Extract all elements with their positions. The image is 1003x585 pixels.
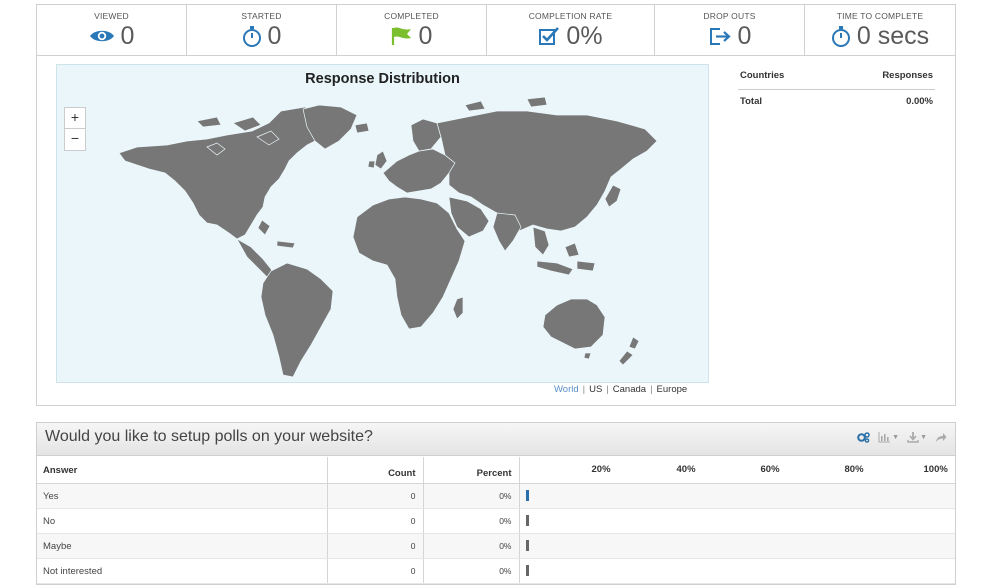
gears-icon (857, 432, 870, 443)
col-answer: Answer (37, 457, 328, 484)
table-row: Not interested 0 0% (37, 558, 955, 584)
stat-drop-outs: DROP OUTS 0 (655, 5, 805, 55)
answer-count: 0 (327, 533, 424, 559)
countries-total-row: Total 0.00% (738, 90, 935, 109)
stats-bar: VIEWED 0 STARTED 0 COMPLETED 0 COMPLETIO… (36, 4, 956, 56)
stat-completed: COMPLETED 0 (337, 5, 487, 55)
stat-value: 0 (267, 22, 282, 50)
answer-percent: 0% (423, 483, 520, 509)
answer-percent: 0% (423, 558, 520, 584)
stat-viewed: VIEWED 0 (37, 5, 187, 55)
col-percent: Percent (423, 457, 520, 484)
countries-col-country: Countries (740, 70, 785, 81)
percent-bar (525, 565, 529, 577)
stat-value: 0 (737, 22, 752, 50)
region-link-world[interactable]: World (554, 384, 579, 395)
stat-label: COMPLETION RATE (528, 11, 613, 21)
axis-tick: 100% (923, 464, 948, 475)
axis-tick: 20% (591, 464, 611, 475)
download-tool[interactable]: ▼ (907, 432, 927, 443)
bar-chart-icon (878, 432, 891, 443)
col-count: Count (327, 457, 424, 484)
eye-icon (89, 30, 114, 42)
download-icon (907, 432, 919, 443)
countries-header: Countries Responses (738, 68, 935, 90)
axis-tick: 40% (676, 464, 696, 475)
answer-label: Yes (37, 483, 328, 509)
map-panel: Response Distribution + − World | US | Canad… (36, 56, 956, 406)
flag-icon (391, 27, 411, 45)
stat-time-to-complete: TIME TO COMPLETE 0 secs (805, 5, 955, 55)
region-link-europe[interactable]: Europe (657, 384, 688, 395)
stat-value: 0% (566, 22, 603, 50)
zoom-out-button[interactable]: − (64, 129, 86, 151)
chart-type-tool[interactable]: ▼ (878, 432, 899, 443)
percent-bar (525, 540, 529, 552)
table-row: Yes 0 0% (37, 483, 955, 509)
stat-value: 0 secs (856, 22, 930, 50)
region-links: World | US | Canada | Europe (554, 384, 687, 395)
stopwatch-icon (242, 26, 261, 47)
checkbox-icon (539, 27, 560, 45)
stat-label: COMPLETED (384, 11, 439, 21)
exit-icon (709, 28, 731, 45)
col-bar-axis: 20% 40% 60% 80% 100% (519, 457, 955, 484)
axis-tick: 80% (844, 464, 864, 475)
stat-label: VIEWED (94, 11, 129, 21)
total-value: 0.00% (906, 96, 933, 107)
poll-header: Would you like to setup polls on your we… (37, 423, 955, 456)
axis-tick: 60% (760, 464, 780, 475)
countries-col-responses: Responses (882, 70, 933, 81)
stat-started: STARTED 0 (187, 5, 337, 55)
answer-label: No (37, 508, 328, 534)
separator: | (650, 384, 653, 395)
chevron-down-icon: ▼ (892, 434, 900, 441)
stat-value: 0 (418, 22, 433, 50)
stat-label: STARTED (241, 11, 282, 21)
map-title: Response Distribution (305, 71, 460, 87)
timer-icon (831, 26, 850, 47)
separator: | (582, 384, 586, 395)
settings-tool[interactable] (857, 432, 870, 443)
chevron-down-icon: ▼ (920, 434, 927, 441)
answer-count: 0 (327, 483, 424, 509)
answer-count: 0 (327, 508, 424, 534)
stat-label: TIME TO COMPLETE (836, 11, 924, 21)
region-link-canada[interactable]: Canada (613, 384, 646, 395)
stat-completion-rate: COMPLETION RATE 0% (487, 5, 655, 55)
zoom-in-button[interactable]: + (64, 107, 86, 129)
stat-value: 0 (120, 22, 135, 50)
answer-label: Maybe (37, 533, 328, 559)
answer-label: Not interested (37, 558, 328, 584)
poll-toolbar: ▼ ▼ (857, 432, 947, 443)
table-row: Maybe 0 0% (37, 533, 955, 559)
separator: | (606, 384, 609, 395)
countries-table: Countries Responses Total 0.00% (738, 68, 935, 109)
world-map[interactable]: Response Distribution + − (56, 64, 709, 383)
region-link-us[interactable]: US (589, 384, 602, 395)
percent-bar (525, 490, 529, 502)
answers-header-row: Answer Count Percent 20% 40% 60% 80% 100… (37, 457, 955, 484)
stat-label: DROP OUTS (703, 11, 756, 21)
share-tool[interactable] (935, 432, 947, 443)
table-row: No 0 0% (37, 508, 955, 534)
percent-bar (525, 515, 529, 527)
share-icon (936, 433, 947, 442)
answer-percent: 0% (423, 533, 520, 559)
answer-percent: 0% (423, 508, 520, 534)
poll-question: Would you like to setup polls on your we… (45, 428, 373, 445)
answers-table: Answer Count Percent 20% 40% 60% 80% 100… (37, 457, 955, 584)
world-map-shapes (118, 96, 658, 378)
total-label: Total (740, 96, 762, 107)
answer-count: 0 (327, 558, 424, 584)
poll-panel: Would you like to setup polls on your we… (36, 422, 956, 585)
